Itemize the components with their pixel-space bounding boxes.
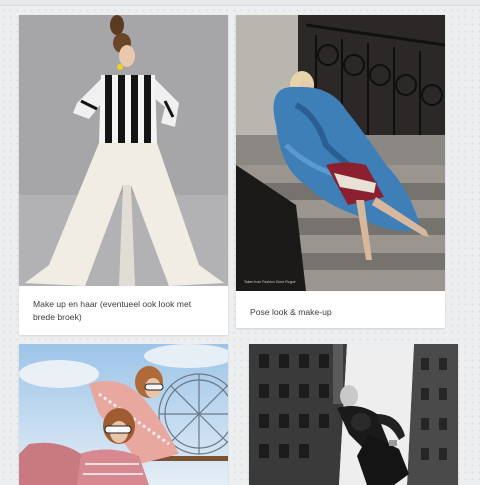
pin-caption-1: Make up en haar (eventueel ook look met … xyxy=(33,299,192,322)
pin-photo-3[interactable] xyxy=(19,344,228,485)
pin-card-1[interactable]: Make up en haar (eventueel ook look met … xyxy=(19,15,228,335)
pin-card-3[interactable] xyxy=(19,344,228,485)
pin-card-2[interactable]: Taken from Fashion Gone Rogue Pose look … xyxy=(236,15,445,328)
photo-credit: Taken from Fashion Gone Rogue xyxy=(244,280,296,284)
top-edge xyxy=(0,0,480,6)
pin-photo-2[interactable]: Taken from Fashion Gone Rogue xyxy=(236,15,445,291)
pin-photo-4[interactable] xyxy=(249,344,458,485)
pin-photo-1[interactable] xyxy=(19,15,228,286)
pin-caption-2: Pose look & make-up xyxy=(250,307,332,317)
pin-card-4[interactable] xyxy=(249,344,458,485)
